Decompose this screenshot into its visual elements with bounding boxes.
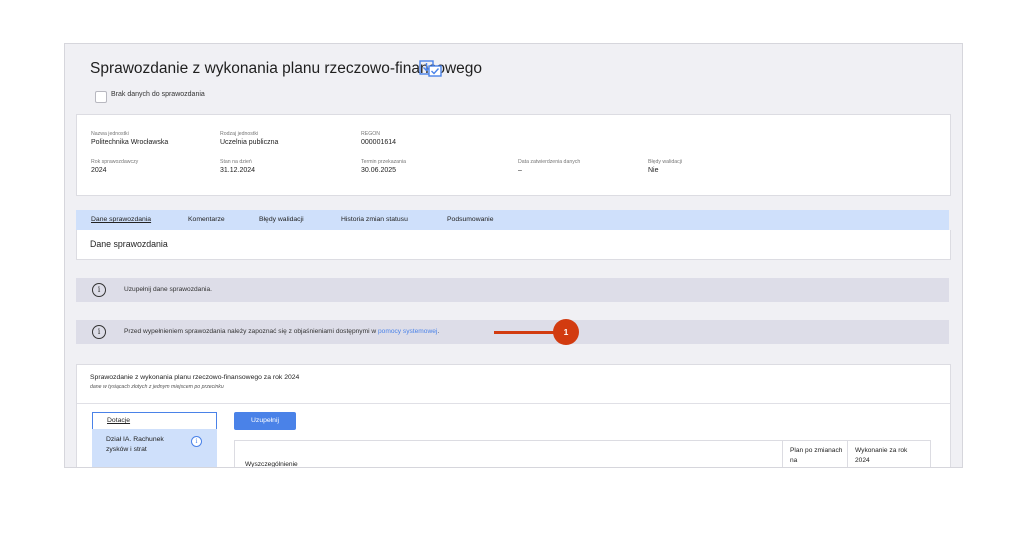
unit-info-card: Nazwa jednostki Politechnika Wrocławska … [76, 114, 951, 196]
field-value: 2024 [91, 167, 107, 174]
data-table: Wyszczególnienie Plan po zmianach na Wyk… [234, 440, 931, 468]
side-nav-dotacje-label: Dotacje [107, 417, 131, 424]
report-title: Sprawozdanie z wykonania planu rzeczowo-… [90, 374, 300, 381]
field-termin: Termin przekazania 30.06.2025 [361, 159, 406, 174]
field-value: – [518, 167, 522, 174]
info-text: Przed wypełnieniem sprawozdania należy z… [124, 328, 439, 335]
field-value: 000001614 [361, 139, 397, 146]
column-separator [782, 441, 783, 467]
help-link[interactable]: pomocy systemowej [378, 328, 437, 335]
field-zatwierdzenie: Data zatwierdzenia danych – [518, 159, 580, 174]
field-label: REGON [361, 131, 381, 137]
no-data-label: Brak danych do sprawozdania [111, 91, 205, 98]
divider [77, 403, 950, 404]
info-text-after: . [437, 328, 440, 335]
table-header-plan: Plan po zmianach na [790, 447, 843, 464]
tab-komentarze[interactable]: Komentarze [188, 216, 225, 223]
report-section: Sprawozdanie z wykonania planu rzeczowo-… [76, 364, 951, 468]
info-text: Uzupełnij dane sprawozdania. [124, 286, 212, 293]
field-value: Politechnika Wrocławska [91, 139, 169, 146]
side-nav-item-label: Dział IA. Rachunek zysków i strat [106, 436, 164, 453]
field-label: Nazwa jednostki [91, 131, 129, 137]
info-text-before: Przed wypełnieniem sprawozdania należy z… [124, 328, 378, 335]
tab-historia-zmian-statusu[interactable]: Historia zmian statusu [341, 216, 408, 223]
column-separator [847, 441, 848, 467]
field-value: 30.06.2025 [361, 167, 397, 174]
info-banner-fill: i Uzupełnij dane sprawozdania. [76, 278, 949, 302]
table-header-wyszczegolnienie: Wyszczególnienie [245, 461, 298, 468]
report-subtitle: dane w tysiącach złotych z jednym miejsc… [90, 384, 224, 390]
field-label: Błędy walidacji [648, 159, 683, 165]
field-label: Rok sprawozdawczy [91, 159, 139, 165]
field-label: Stan na dzień [220, 159, 252, 165]
side-nav-dzial-ia[interactable]: Dział IA. Rachunek zysków i strat i [92, 429, 217, 467]
tab-podsumowanie[interactable]: Podsumowanie [447, 216, 493, 223]
field-value: Uczelnia publiczna [220, 139, 279, 146]
field-label: Termin przekazania [361, 159, 406, 165]
fill-button[interactable]: Uzupełnij [234, 412, 296, 430]
field-bledy: Błędy walidacji Nie [648, 159, 682, 174]
tabs-bar: Dane sprawozdania Komentarze Błędy walid… [76, 210, 949, 230]
field-nazwa: Nazwa jednostki Politechnika Wrocławska [91, 131, 168, 146]
field-rodzaj: Rodzaj jednostki Uczelnia publiczna [220, 131, 278, 146]
tab-panel-title: Dane sprawozdania [90, 239, 168, 249]
field-stan: Stan na dzień 31.12.2024 [220, 159, 255, 174]
info-icon[interactable]: i [191, 436, 202, 447]
tab-dane-sprawozdania[interactable]: Dane sprawozdania [91, 216, 151, 223]
field-value: 31.12.2024 [220, 167, 256, 174]
table-header-wykonanie: Wykonanie za rok 2024 [855, 447, 908, 464]
tab-bledy-walidacji[interactable]: Błędy walidacji [259, 216, 304, 223]
tab-panel: Dane sprawozdania [76, 230, 951, 260]
annotation-marker: 1 [553, 319, 579, 345]
side-nav-dotacje[interactable]: Dotacje [92, 412, 217, 430]
download-check-icon[interactable] [419, 58, 443, 78]
info-icon: i [92, 283, 106, 297]
field-regon: REGON 000001614 [361, 131, 396, 146]
no-data-checkbox[interactable] [95, 91, 107, 103]
field-label: Data zatwierdzenia danych [518, 159, 581, 165]
info-icon: i [92, 325, 106, 339]
field-label: Rodzaj jednostki [220, 131, 259, 137]
field-rok: Rok sprawozdawczy 2024 [91, 159, 138, 174]
report-frame: Sprawozdanie z wykonania planu rzeczowo-… [64, 43, 963, 468]
field-value: Nie [648, 167, 659, 174]
annotation-line [494, 331, 554, 334]
